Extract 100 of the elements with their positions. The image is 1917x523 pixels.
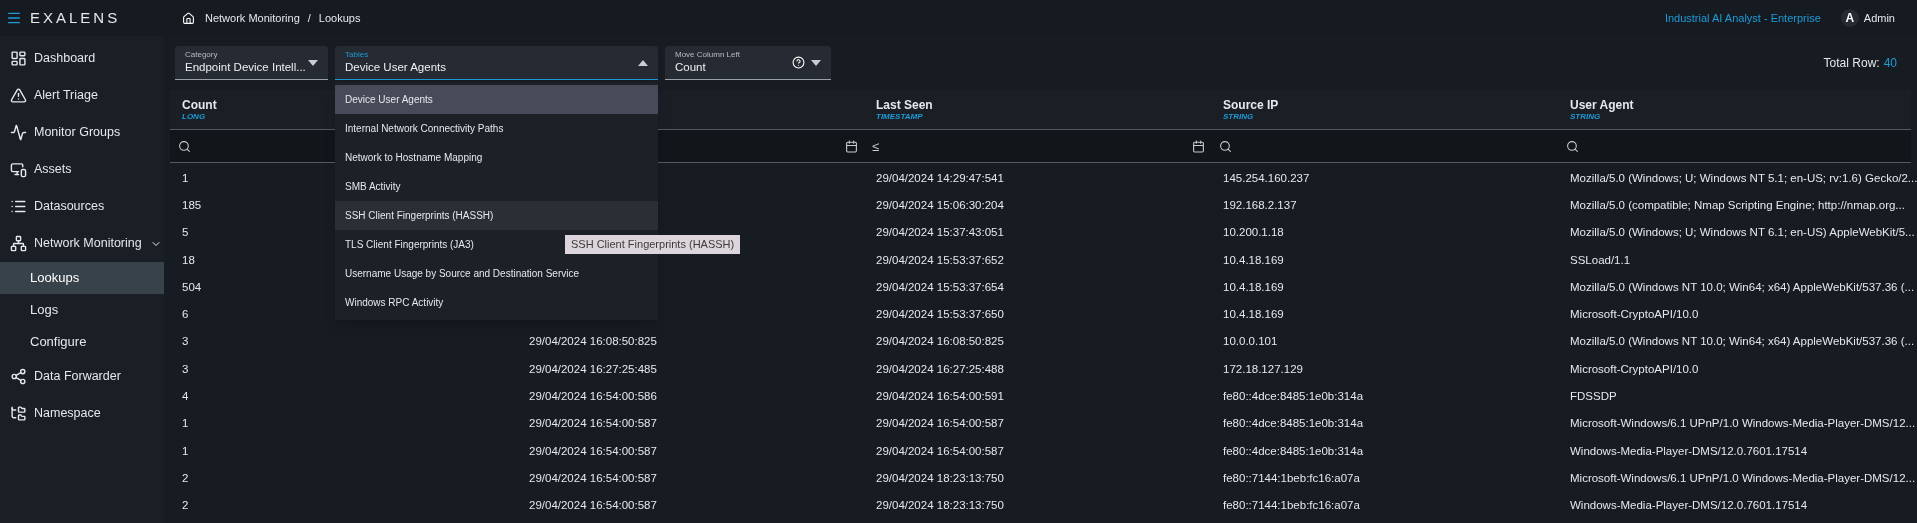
table-cell: fe80::4dce:8485:1e0b:314a — [1223, 417, 1364, 430]
menu-option[interactable]: Network to Hostname Mapping — [335, 143, 658, 172]
breadcrumb-separator: / — [307, 10, 311, 26]
sidebar-subitem[interactable]: Lookups — [0, 262, 164, 294]
table-cell: Microsoft-CryptoAPI/10.0 — [1570, 362, 1699, 375]
dashboard-icon — [10, 50, 27, 67]
search-icon[interactable] — [1219, 139, 1232, 153]
sidebar-item[interactable]: Data Forwarder — [0, 358, 164, 395]
home-icon[interactable] — [182, 11, 195, 25]
table-cell: 29/04/2024 16:54:00:587 — [876, 444, 1004, 457]
sidebar-item[interactable]: Monitor Groups — [0, 114, 164, 151]
network-icon — [10, 235, 27, 252]
table-cell: 145.254.160.237 — [1223, 171, 1310, 184]
calendar-icon[interactable] — [845, 139, 858, 153]
table-cell: Mozilla/5.0 (Windows; U; Windows NT 5.1; en-US; rv:1.6) Gecko/2... — [1570, 171, 1917, 184]
table-cell: 192.168.2.137 — [1223, 198, 1297, 211]
sidebar-item[interactable]: Assets — [0, 151, 164, 188]
table-cell: 10.4.18.169 — [1223, 280, 1284, 293]
share-icon — [10, 368, 27, 385]
table-cell: 29/04/2024 16:27:25:485 — [529, 362, 657, 375]
table-cell: 29/04/2024 15:06:30:204 — [876, 198, 1004, 211]
table-cell: 2 — [182, 471, 189, 484]
menu-option[interactable]: Windows RPC Activity — [335, 288, 658, 317]
sidebar-item[interactable]: Datasources — [0, 188, 164, 225]
table-cell: fe80::7144:1beb:fc16:a07a — [1223, 499, 1360, 512]
sidebar-item[interactable]: Network Monitoring — [0, 225, 164, 262]
table-cell: 29/04/2024 16:54:00:587 — [529, 444, 657, 457]
sidebar-item[interactable]: Dashboard — [0, 40, 164, 77]
table-cell: 29/04/2024 18:23:13:750 — [876, 471, 1004, 484]
help-icon — [792, 56, 805, 69]
menu-option[interactable]: Internal Network Connectivity Paths — [335, 114, 658, 143]
table-cell: 1 — [182, 171, 189, 184]
tooltip: SSH Client Fingerprints (HASSH) — [565, 235, 741, 254]
table-cell: 29/04/2024 16:08:50:825 — [876, 335, 1004, 348]
table-cell: 29/04/2024 14:29:47:541 — [876, 171, 1004, 184]
select-field[interactable]: Category Endpoint Device Intell... — [175, 46, 328, 80]
table-cell: 10.4.18.169 — [1223, 253, 1284, 266]
table-cell: 29/04/2024 16:54:00:591 — [876, 390, 1004, 402]
table-cell: 18 — [182, 253, 195, 266]
column-header[interactable]: Source IP — [1223, 98, 1558, 111]
table-cell: 10.4.18.169 — [1223, 308, 1284, 321]
table-cell: 10.200.1.18 — [1223, 226, 1284, 239]
sidebar-subitem[interactable]: Logs — [0, 294, 164, 326]
column-header[interactable]: Last Seen — [876, 98, 1211, 111]
table-cell: 2 — [182, 499, 189, 512]
search-icon[interactable] — [178, 139, 191, 153]
field-label: Tables — [345, 50, 369, 60]
field-label: Category — [185, 50, 218, 60]
operator-toggle[interactable]: ≤ — [872, 139, 880, 153]
table-cell: Mozilla/5.0 (compatible; Nmap Scripting Engine; http://nmap.org... — [1570, 198, 1905, 211]
menu-option[interactable]: SMB Activity — [335, 172, 658, 201]
devices-icon — [10, 161, 27, 178]
table-cell: Windows-Media-Player-DMS/12.0.7601.17514 — [1570, 499, 1808, 512]
table-cell: 5 — [182, 226, 189, 239]
menu-option[interactable]: SSH Client Fingerprints (HASSH) — [335, 201, 658, 230]
table-cell: 1 — [182, 417, 189, 430]
menu-option[interactable]: Username Usage by Source and Destination Service — [335, 259, 658, 288]
breadcrumb-link[interactable]: Lookups — [318, 9, 361, 27]
logo: EXALENS — [30, 7, 122, 28]
table-cell: SSLoad/1.1 — [1570, 253, 1631, 266]
table-cell: Mozilla/5.0 (Windows NT 10.0; Win64; x64) AppleWebKit/537.36 (... — [1570, 335, 1915, 348]
field-value: Endpoint Device Intell... — [185, 60, 306, 75]
user-name[interactable]: Admin — [1863, 9, 1895, 27]
table-cell: fe80::4dce:8485:1e0b:314a — [1223, 390, 1364, 402]
table-cell: 29/04/2024 16:08:50:825 — [529, 335, 657, 348]
sidebar-item[interactable]: Namespace — [0, 395, 164, 432]
breadcrumb-link[interactable]: Network Monitoring — [205, 9, 300, 27]
table-cell: 4 — [182, 390, 189, 402]
table-cell: 3 — [182, 362, 189, 375]
table-cell: 504 — [182, 280, 202, 293]
table-cell: 29/04/2024 16:27:25:488 — [876, 362, 1004, 375]
table-cell: 29/04/2024 18:23:13:750 — [876, 499, 1004, 512]
table-cell: Mozilla/5.0 (Windows; U; Windows NT 6.1; en-US) AppleWebKit/5... — [1570, 226, 1915, 239]
table-cell: 3 — [182, 335, 189, 348]
calendar-icon[interactable] — [1192, 139, 1205, 153]
field-value: Device User Agents — [345, 60, 446, 75]
select-field[interactable]: Move Column Left Count — [665, 46, 831, 80]
table-cell: Microsoft-CryptoAPI/10.0 — [1570, 308, 1699, 321]
table-cell: 10.0.0.101 — [1223, 335, 1278, 348]
table-cell: 1 — [182, 444, 189, 457]
caret-down-icon — [811, 59, 821, 66]
field-label: Move Column Left — [675, 50, 740, 60]
column-type: LONG — [182, 112, 207, 121]
list-icon — [10, 198, 27, 215]
product-link[interactable]: Industrial AI Analyst - Enterprise — [1664, 9, 1821, 27]
table-cell: 29/04/2024 16:54:00:587 — [876, 417, 1004, 430]
table-cell: 29/04/2024 16:54:00:587 — [529, 499, 657, 512]
sidebar-item[interactable]: Alert Triage — [0, 77, 164, 114]
search-icon[interactable] — [1566, 139, 1579, 153]
menu-icon[interactable] — [6, 10, 22, 26]
table-cell: Windows-Media-Player-DMS/12.0.7601.17514 — [1570, 444, 1808, 457]
menu-option[interactable]: Device User Agents — [335, 85, 658, 114]
table-cell: 29/04/2024 15:53:37:652 — [876, 253, 1004, 266]
avatar[interactable]: A — [1840, 9, 1859, 27]
select-field[interactable]: Tables Device User Agents — [335, 46, 658, 80]
warning-icon — [10, 87, 27, 104]
table-cell: fe80::4dce:8485:1e0b:314a — [1223, 444, 1364, 457]
tree-icon — [10, 405, 27, 422]
sidebar-subitem[interactable]: Configure — [0, 326, 164, 358]
column-header[interactable]: User Agent — [1570, 98, 1911, 111]
